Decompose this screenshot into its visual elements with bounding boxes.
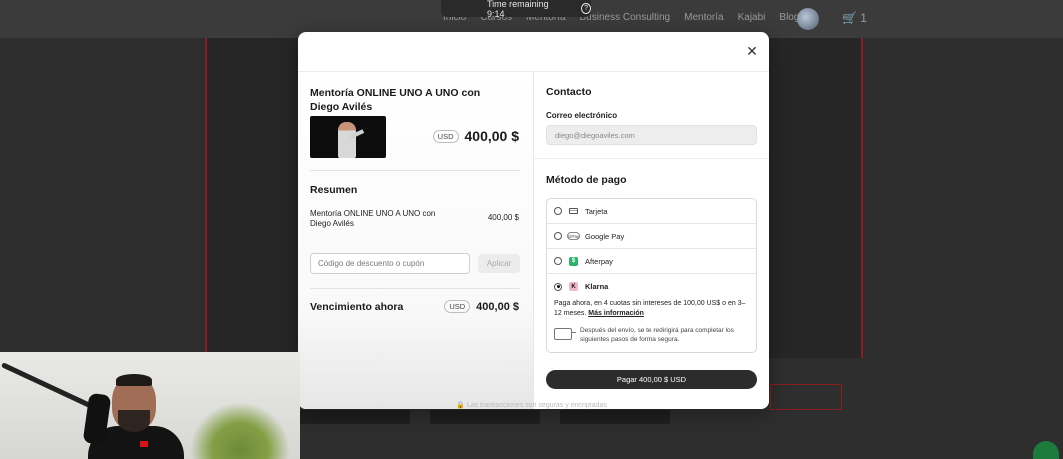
afterpay-icon: $ bbox=[568, 256, 579, 266]
redirect-note-row: Después del envío, se te redirigirá para… bbox=[554, 326, 749, 344]
divider bbox=[310, 288, 520, 289]
product-price: 400,00 $ bbox=[464, 128, 520, 144]
radio-button[interactable] bbox=[554, 257, 562, 265]
radio-button-selected[interactable] bbox=[554, 282, 562, 291]
more-info-link[interactable]: Más información bbox=[588, 310, 644, 317]
divider bbox=[534, 158, 769, 159]
email-label: Correo electrónico bbox=[546, 111, 618, 120]
chat-bubble-icon[interactable] bbox=[1033, 441, 1059, 459]
cart-icon[interactable]: 🛒 1 bbox=[842, 11, 867, 25]
payment-option-google-pay[interactable]: GPay Google Pay bbox=[547, 224, 756, 249]
background-cards bbox=[300, 410, 670, 424]
background-card-right bbox=[768, 38, 863, 358]
cart-count: 1 bbox=[860, 11, 867, 25]
summary-item-price: 400,00 $ bbox=[487, 213, 519, 222]
question-circle-icon[interactable]: ? bbox=[581, 3, 591, 14]
pay-button[interactable]: Pagar 400,00 $ USD bbox=[546, 370, 757, 389]
payment-option-klarna[interactable]: K Klarna bbox=[547, 274, 756, 299]
summary-title: Resumen bbox=[310, 184, 358, 196]
klarna-details: Paga ahora, en 4 cuotas sin intereses de… bbox=[547, 299, 756, 352]
currency-badge: USD bbox=[432, 129, 459, 143]
due-now-price: 400,00 $ bbox=[476, 300, 519, 313]
credit-card-icon bbox=[568, 207, 579, 216]
redirect-note: Después del envío, se te redirigirá para… bbox=[580, 327, 734, 343]
klarna-installments-text: Paga ahora, en 4 cuotas sin intereses de… bbox=[554, 300, 746, 317]
divider bbox=[310, 170, 520, 171]
time-remaining-bar: Time remaining 9:14 ? bbox=[441, 0, 591, 19]
product-price-row: USD 400,00 $ bbox=[432, 128, 520, 144]
payment-option-label: Tarjeta bbox=[585, 206, 608, 216]
product-title: Mentoría ONLINE UNO A UNO con Diego Avil… bbox=[310, 87, 481, 113]
email-field[interactable]: diego@diegoaviles.com bbox=[546, 125, 757, 145]
apply-discount-button[interactable]: Aplicar bbox=[478, 254, 520, 273]
discount-code-input[interactable] bbox=[310, 253, 470, 274]
payment-option-afterpay[interactable]: $ Afterpay bbox=[547, 249, 756, 274]
payment-method-list: Tarjeta GPay Google Pay $ Afterpay K Kla… bbox=[546, 198, 757, 353]
due-now-label: Vencimiento ahora bbox=[310, 301, 404, 313]
klarna-icon: K bbox=[568, 282, 579, 291]
google-pay-icon: GPay bbox=[566, 232, 581, 240]
payment-option-card[interactable]: Tarjeta bbox=[547, 199, 756, 224]
payment-option-label: Klarna bbox=[585, 282, 609, 291]
browser-redirect-icon bbox=[554, 328, 576, 340]
summary-item-name: Mentoría ONLINE UNO A UNO con Diego Avil… bbox=[310, 209, 436, 228]
modal-header: ✕ bbox=[298, 32, 769, 72]
secure-note-text: Las transacciones son seguras y encripta… bbox=[466, 402, 607, 409]
order-summary-panel: Mentoría ONLINE UNO A UNO con Diego Avil… bbox=[298, 72, 534, 409]
time-remaining-label: Time remaining 9:14 bbox=[487, 0, 549, 19]
webcam-overlay bbox=[0, 352, 300, 459]
payment-option-label: Google Pay bbox=[585, 231, 625, 241]
close-icon[interactable]: ✕ bbox=[744, 43, 760, 59]
background-card-left bbox=[205, 38, 300, 358]
currency-badge: USD bbox=[444, 300, 471, 313]
payment-panel: Contacto Correo electrónico diego@diegoa… bbox=[534, 72, 769, 409]
radio-button[interactable] bbox=[554, 232, 562, 240]
payment-option-klarna-expanded: K Klarna Paga ahora, en 4 cuotas sin int… bbox=[547, 274, 756, 352]
nav-link[interactable]: Kajabi bbox=[738, 12, 766, 23]
user-avatar[interactable] bbox=[797, 8, 819, 30]
nav-link[interactable]: Mentoría bbox=[684, 12, 723, 23]
contact-title: Contacto bbox=[546, 86, 592, 98]
payment-method-title: Método de pago bbox=[546, 174, 627, 186]
payment-option-label: Afterpay bbox=[585, 256, 613, 266]
lock-icon: 🔒 bbox=[456, 402, 465, 409]
nav-link[interactable]: Business Consulting bbox=[580, 12, 671, 23]
checkout-modal: ✕ Mentoría ONLINE UNO A UNO con Diego Av… bbox=[298, 32, 769, 409]
product-thumbnail bbox=[310, 116, 386, 158]
radio-button[interactable] bbox=[554, 207, 562, 215]
due-price-row: USD 400,00 $ bbox=[444, 300, 519, 313]
